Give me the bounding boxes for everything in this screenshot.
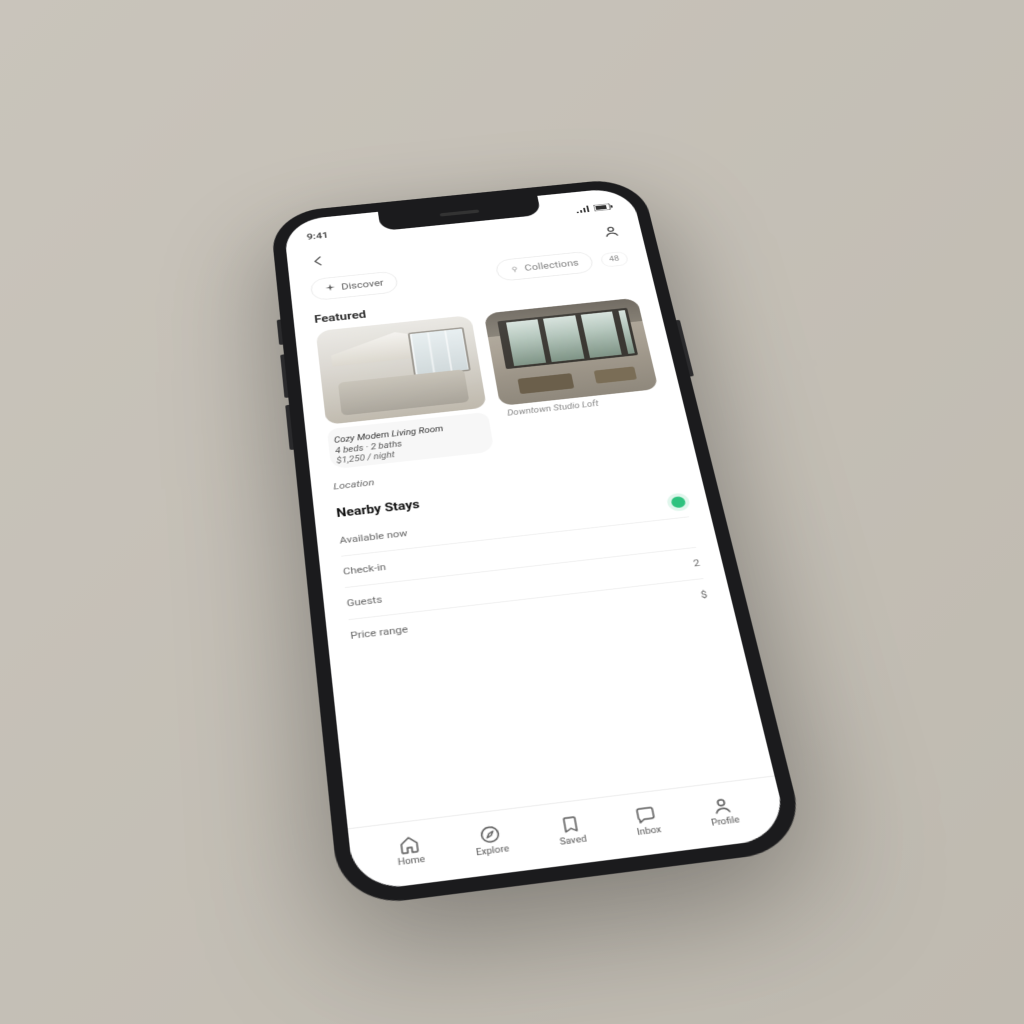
chevron-left-icon — [311, 255, 327, 267]
back-button[interactable] — [307, 252, 331, 270]
tab-home-label: Home — [397, 854, 425, 867]
profile-icon — [709, 794, 735, 816]
pin-icon — [510, 265, 520, 273]
card-image-2 — [484, 298, 659, 406]
filter-chip-primary[interactable]: Discover — [310, 271, 399, 301]
list-row-available-label: Available now — [339, 528, 408, 546]
screen: 9:41 — [283, 187, 789, 893]
tab-home[interactable]: Home — [395, 833, 426, 868]
tab-bar: Home Explore Saved Inbox — [348, 775, 790, 892]
spark-icon — [324, 284, 336, 293]
phone-body: 9:41 — [270, 177, 809, 909]
list-row-guests-label: Guests — [346, 594, 383, 609]
tab-profile[interactable]: Profile — [706, 794, 741, 828]
status-icons — [576, 203, 614, 213]
filter-count: 48 — [600, 251, 630, 268]
profile-button[interactable] — [600, 223, 623, 239]
filter-chip-secondary[interactable]: Collections — [495, 251, 595, 282]
phone-frame: 9:41 — [270, 177, 809, 909]
tab-inbox-label: Inbox — [636, 825, 662, 838]
chat-icon — [633, 804, 659, 826]
tab-explore-label: Explore — [475, 844, 509, 858]
featured-card-1[interactable]: Cozy Modern Living Room 4 beds · 2 baths… — [316, 315, 495, 469]
tab-profile-label: Profile — [710, 815, 740, 828]
featured-card-2[interactable]: Downtown Studio Loft — [484, 298, 669, 450]
meta-1-label: Location — [333, 477, 375, 492]
status-time: 9:41 — [306, 230, 329, 241]
battery-icon — [593, 203, 614, 211]
signal-icon — [576, 205, 592, 213]
home-icon — [397, 833, 422, 856]
list-row-checkin-label: Check-in — [343, 562, 387, 578]
compass-icon — [478, 823, 503, 845]
tab-saved-label: Saved — [559, 834, 588, 847]
status-dot-icon — [670, 496, 686, 509]
tab-explore[interactable]: Explore — [472, 822, 510, 858]
tab-inbox[interactable]: Inbox — [632, 803, 662, 837]
list-row-price-value: $ — [700, 589, 709, 601]
bookmark-icon — [558, 813, 583, 835]
filter-chip-secondary-label: Collections — [524, 258, 580, 273]
list-row-price-label: Price range — [350, 624, 409, 642]
tab-saved[interactable]: Saved — [555, 813, 587, 848]
card-image-1 — [316, 315, 487, 425]
filter-chip-primary-label: Discover — [341, 278, 385, 292]
user-icon — [602, 225, 621, 238]
list-row-guests-value: 2 — [692, 558, 701, 569]
